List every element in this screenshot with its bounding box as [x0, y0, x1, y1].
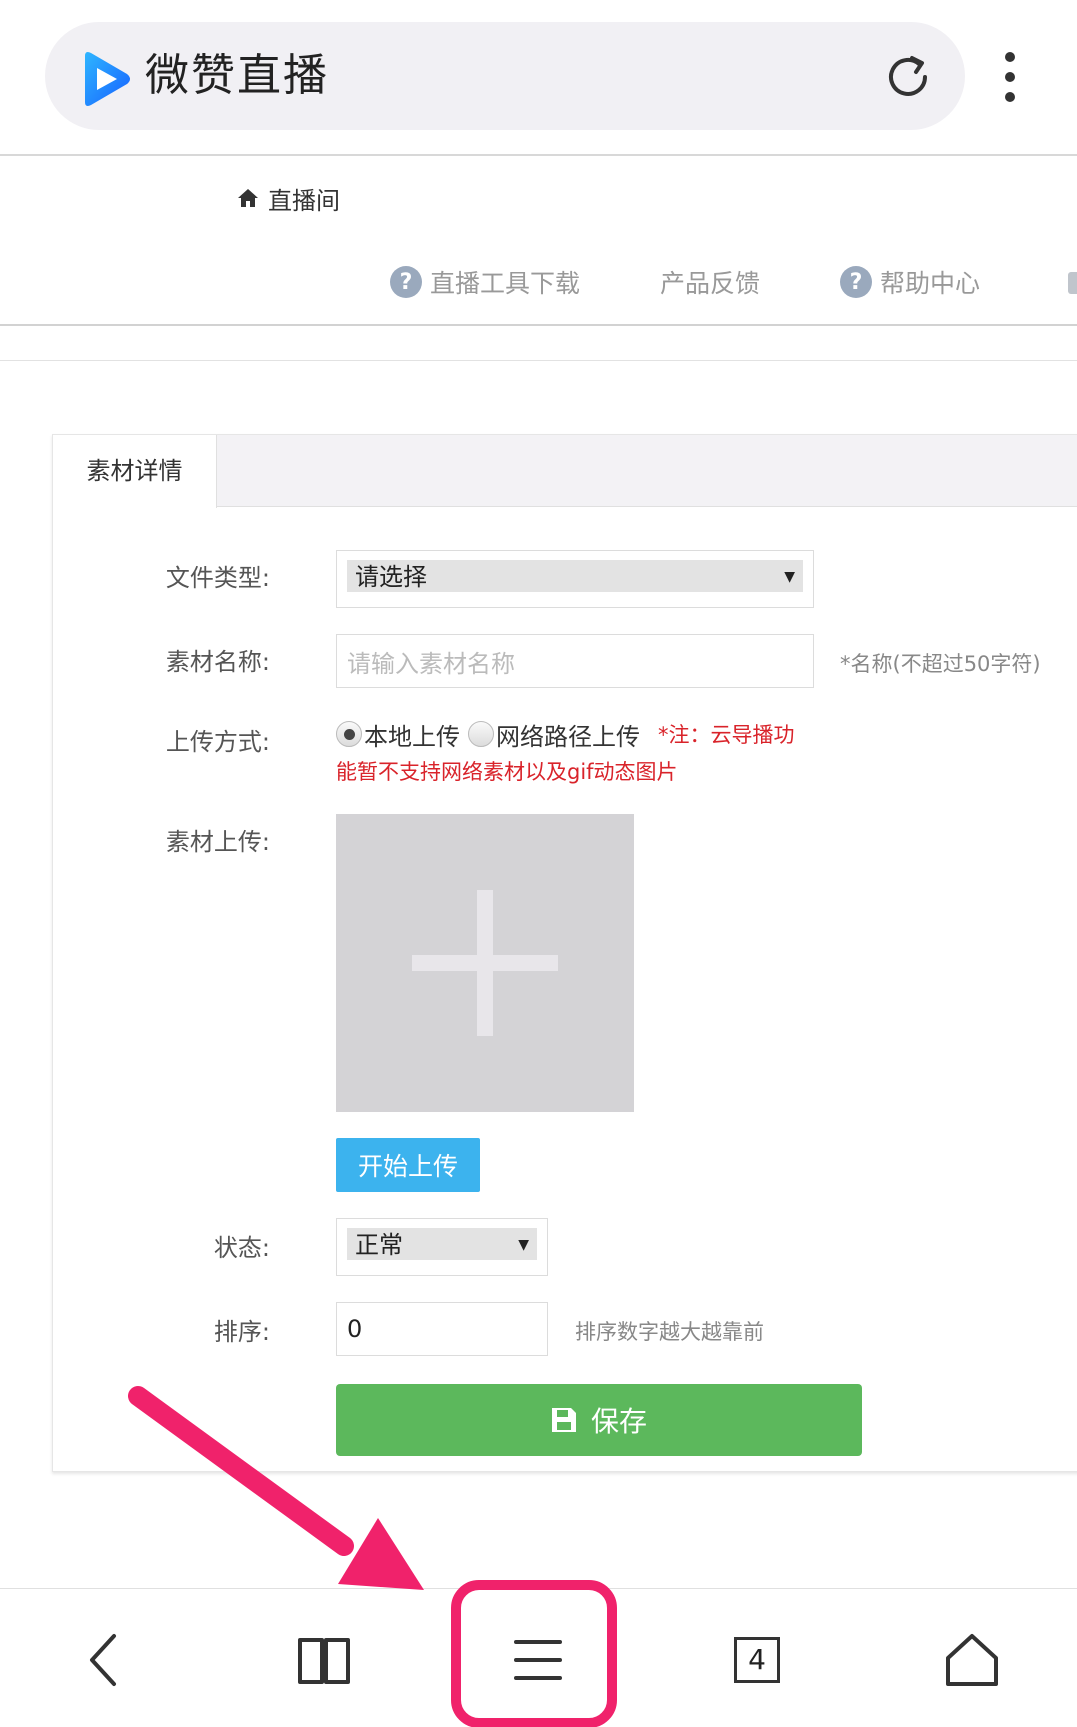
material-upload-label: 素材上传: [165, 828, 270, 856]
toolbar-divider [0, 154, 1077, 156]
question-icon: ? [840, 266, 873, 298]
play-logo-icon [85, 52, 130, 106]
material-name-placeholder: 请输入素材名称 [347, 649, 515, 678]
upload-note: *注：云导播功 [658, 723, 795, 747]
upload-method-radios: 本地上传 网络路径上传 *注：云导播功 [336, 716, 795, 752]
material-name-hint: *名称(不超过50字符) [840, 652, 1041, 676]
file-type-label: 文件类型: [165, 564, 270, 592]
nav-feedback-label: 产品反馈 [660, 269, 761, 298]
nav-help-center-label: 帮助中心 [880, 269, 981, 298]
upload-dropzone[interactable] [336, 814, 634, 1112]
file-type-value: 请选择 [355, 563, 427, 591]
nav-tool-download-label: 直播工具下载 [430, 269, 581, 298]
panel-tabbar: 素材详情 [53, 435, 1077, 508]
sort-label: 排序: [213, 1318, 270, 1346]
header-divider [0, 324, 1077, 326]
kebab-menu-icon[interactable] [1000, 50, 1020, 104]
nav-help-center[interactable]: ? 帮助中心 [840, 264, 980, 300]
upload-method-label: 上传方式: [165, 728, 270, 756]
status-value: 正常 [355, 1231, 403, 1259]
floppy-disk-icon [551, 1408, 576, 1432]
home-icon [238, 189, 258, 207]
radio-local-upload[interactable] [336, 721, 362, 747]
save-button-label: 保存 [590, 1405, 647, 1438]
material-name-input[interactable]: 请输入素材名称 [336, 634, 814, 688]
sort-hint: 排序数字越大越靠前 [575, 1320, 764, 1344]
material-name-label: 素材名称: [165, 648, 270, 676]
dropdown-caret-icon: ▼ [784, 569, 795, 585]
tab-count-button[interactable]: 4 [734, 1637, 780, 1683]
upload-note-continued: 能暂不支持网络素材以及gif动态图片 [336, 760, 678, 784]
radio-local-upload-label[interactable]: 本地上传 [364, 717, 460, 752]
annotation-highlight-box [451, 1580, 617, 1727]
sort-input[interactable]: 0 [336, 1302, 548, 1356]
header-nav: ? 直播工具下载 产品反馈 ? 帮助中心 [390, 262, 1060, 302]
status-select[interactable]: 正常 ▼ [336, 1218, 548, 1276]
tab-material-detail[interactable]: 素材详情 [53, 435, 217, 508]
dropdown-caret-icon: ▼ [518, 1237, 529, 1253]
save-button[interactable]: 保存 [336, 1384, 862, 1456]
nav-home-link[interactable]: 直播间 [236, 180, 340, 216]
site-title: 微赞直播 [145, 50, 329, 101]
sort-value: 0 [347, 1315, 363, 1343]
file-type-select[interactable]: 请选择 ▼ [336, 550, 814, 608]
radio-network-upload-label[interactable]: 网络路径上传 [496, 717, 640, 752]
header-divider-light [0, 360, 1077, 361]
cropped-nav-item [1068, 272, 1077, 294]
nav-feedback[interactable]: 产品反馈 [660, 264, 760, 300]
question-icon: ? [390, 266, 422, 298]
radio-network-upload[interactable] [468, 721, 494, 747]
home-icon[interactable] [942, 1630, 1002, 1690]
back-arrow-icon[interactable] [76, 1630, 136, 1690]
book-icon[interactable] [294, 1630, 354, 1690]
nav-tool-download[interactable]: ? 直播工具下载 [390, 264, 580, 300]
reload-icon[interactable] [881, 50, 935, 104]
nav-home-label: 直播间 [268, 186, 340, 215]
address-bar[interactable]: 微赞直播 [45, 22, 965, 130]
status-label: 状态: [213, 1234, 270, 1262]
start-upload-button[interactable]: 开始上传 [336, 1138, 480, 1192]
